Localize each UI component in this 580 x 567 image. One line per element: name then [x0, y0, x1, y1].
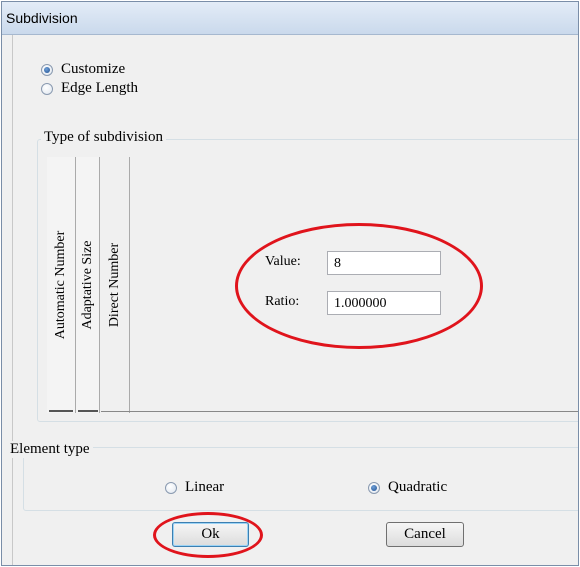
linear-label: Linear: [185, 479, 225, 495]
customize-label: Customize: [61, 61, 126, 77]
value-label: Value:: [265, 254, 301, 269]
cancel-button[interactable]: Cancel: [386, 522, 464, 547]
ratio-input[interactable]: 1.000000: [327, 291, 441, 315]
tab-direct-number-label: Direct Number: [106, 242, 122, 328]
title-bar[interactable]: Subdivision: [2, 2, 578, 35]
dialog-body: Customize Edge Length Type of subdivisio…: [7, 35, 578, 565]
tab-separator: [78, 410, 98, 412]
radio-selected-icon: [368, 481, 380, 494]
edge-length-label: Edge Length: [61, 80, 139, 96]
tab-adaptative-size[interactable]: Adaptative Size: [76, 157, 100, 413]
radio-unselected-icon: [41, 82, 53, 95]
quadratic-radio[interactable]: Quadratic: [368, 479, 447, 496]
radio-unselected-icon: [165, 481, 177, 494]
ok-button[interactable]: Ok: [172, 522, 249, 547]
panel-bottom-border: [101, 411, 578, 412]
quadratic-label: Quadratic: [388, 479, 448, 495]
linear-radio[interactable]: Linear: [165, 479, 224, 496]
tab-adaptative-size-label: Adaptative Size: [79, 240, 95, 330]
direct-number-panel: Value: 8 Ratio: 1.000000: [131, 157, 578, 410]
subdivision-dialog: Subdivision Customize Edge Length Type o…: [1, 1, 579, 566]
tab-automatic-number[interactable]: Automatic Number: [47, 157, 76, 413]
element-type-group-label: Element type: [7, 441, 93, 458]
customize-radio[interactable]: Customize: [41, 61, 125, 78]
ratio-label: Ratio:: [265, 294, 300, 309]
edge-length-radio[interactable]: Edge Length: [41, 80, 138, 97]
tab-direct-number[interactable]: Direct Number: [100, 157, 130, 413]
tab-separator: [49, 410, 73, 412]
subdivision-group-label: Type of subdivision: [41, 129, 166, 146]
element-type-group: [23, 447, 578, 511]
value-input[interactable]: 8: [327, 251, 441, 275]
tab-automatic-number-label: Automatic Number: [53, 230, 68, 340]
window-title: Subdivision: [6, 10, 78, 26]
radio-selected-icon: [41, 63, 53, 76]
